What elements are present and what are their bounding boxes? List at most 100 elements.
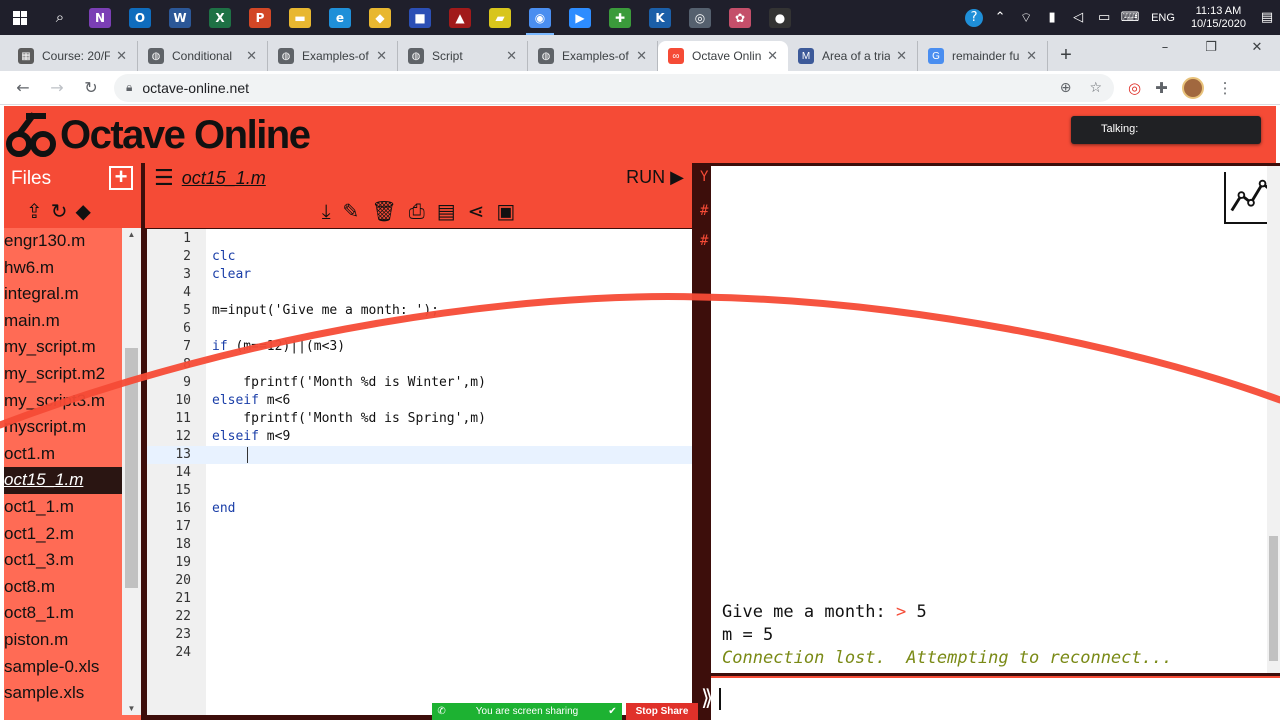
hamburger-menu-icon[interactable]: ☰ (154, 166, 174, 191)
print-icon[interactable]: ⎙ (409, 199, 425, 223)
taskbar-app-app-green[interactable]: ✚ (600, 0, 640, 35)
minimize-icon[interactable]: – (1142, 35, 1188, 63)
browser-tab[interactable]: M Area of a tria ✕ (788, 41, 918, 71)
volume-icon[interactable]: ◁ (1065, 10, 1091, 25)
file-list-item[interactable]: oct1_1.m (4, 494, 122, 521)
code-line[interactable]: 14 (147, 464, 692, 482)
tab-close-icon[interactable]: ✕ (376, 48, 387, 64)
taskbar-app-app-red[interactable]: ▲ (440, 0, 480, 35)
start-button[interactable] (0, 0, 40, 35)
extension-target-icon[interactable]: ◎ (1128, 79, 1141, 97)
tab-close-icon[interactable]: ✕ (116, 48, 127, 64)
code-editor[interactable]: 1 2 clc 3 clear 4 5 m=input('Give me a month: '… (147, 229, 692, 715)
code-line[interactable]: 15 (147, 482, 692, 500)
keyboard-icon[interactable]: ⌨ (1117, 10, 1143, 25)
notifications-icon[interactable]: ▤ (1254, 10, 1280, 25)
rename-pencil-icon[interactable]: ✎ (343, 199, 360, 223)
run-button[interactable]: RUN ▶ (626, 167, 684, 188)
console-scroll-thumb[interactable] (1269, 536, 1278, 661)
help-icon[interactable]: ? (965, 8, 984, 27)
scroll-up-icon[interactable]: ▲ (122, 230, 141, 239)
search-icon[interactable]: ⌕ (40, 9, 80, 26)
language-indicator[interactable]: ENG (1143, 12, 1183, 24)
tab-close-icon[interactable]: ✕ (636, 48, 647, 64)
file-list-item[interactable]: oct8_1.m (4, 600, 122, 627)
share-icon[interactable]: ⋖ (468, 199, 485, 223)
code-line[interactable]: 12 elseif m<9 (147, 428, 692, 446)
chevron-up-icon[interactable]: ⌃ (987, 10, 1013, 25)
code-line[interactable]: 21 (147, 590, 692, 608)
file-list-item[interactable]: integral.m (4, 281, 122, 308)
upload-icon[interactable]: ⇪ (26, 199, 43, 223)
forward-icon[interactable]: → (40, 78, 74, 97)
code-line[interactable]: 8 (147, 356, 692, 374)
chrome-menu-icon[interactable]: ⋮ (1218, 79, 1233, 97)
back-icon[interactable]: ← (6, 78, 40, 97)
file-list-item[interactable]: sample.xls (4, 680, 122, 707)
code-line[interactable]: 6 (147, 320, 692, 338)
file-list-item[interactable]: oct15_1.m (4, 467, 122, 494)
code-line[interactable]: 13 (147, 446, 692, 464)
tab-close-icon[interactable]: ✕ (896, 48, 907, 64)
tab-close-icon[interactable]: ✕ (767, 48, 778, 64)
code-line[interactable]: 24 (147, 644, 692, 662)
profile-avatar[interactable] (1181, 76, 1204, 99)
code-line[interactable]: 20 (147, 572, 692, 590)
file-list-item[interactable]: oct1_2.m (4, 521, 122, 548)
battery-icon[interactable]: ▭ (1091, 10, 1117, 25)
taskbar-app-word[interactable]: W (160, 0, 200, 35)
taskbar-app-sticky[interactable]: ◆ (360, 0, 400, 35)
clock[interactable]: 11:13 AM 10/15/2020 (1183, 5, 1254, 31)
file-list-item[interactable]: my_script3.m (4, 388, 122, 415)
code-line[interactable]: 2 clc (147, 248, 692, 266)
microphone-icon[interactable]: ▮ (1039, 10, 1065, 25)
code-line[interactable]: 5 m=input('Give me a month: '); (147, 302, 692, 320)
browser-tab[interactable]: ◍ Examples-of ✕ (268, 41, 398, 71)
code-line[interactable]: 22 (147, 608, 692, 626)
new-file-icon[interactable]: + (109, 166, 133, 190)
taskbar-app-onenote[interactable]: N (80, 0, 120, 35)
code-line[interactable]: 7 if (m==12)||(m<3) (147, 338, 692, 356)
code-line[interactable]: 10 elseif m<6 (147, 392, 692, 410)
file-list-item[interactable]: oct8.m (4, 574, 122, 601)
taskbar-app-app-k[interactable]: K (640, 0, 680, 35)
browser-tab[interactable]: ◍ Script ✕ (398, 41, 528, 71)
file-list-item[interactable]: hw6.m (4, 255, 122, 282)
code-line[interactable]: 16 end (147, 500, 692, 518)
taskbar-app-edge[interactable]: e (320, 0, 360, 35)
code-line[interactable]: 3 clear (147, 266, 692, 284)
file-list-item[interactable]: main.m (4, 308, 122, 335)
code-line[interactable]: 9 fprintf('Month %d is Winter',m) (147, 374, 692, 392)
taskbar-app-outlook[interactable]: O (120, 0, 160, 35)
taskbar-app-powerpoint[interactable]: P (240, 0, 280, 35)
lock-icon[interactable]: 🔒︎ (126, 80, 132, 95)
close-window-icon[interactable]: ✕ (1234, 35, 1280, 63)
file-list-item[interactable]: engr130.m (4, 228, 122, 255)
extensions-puzzle-icon[interactable]: ✚ (1155, 79, 1168, 97)
files-scroll-thumb[interactable] (125, 348, 138, 588)
taskbar-app-app-blue[interactable]: ■ (400, 0, 440, 35)
taskbar-app-excel[interactable]: X (200, 0, 240, 35)
browser-tab[interactable]: ◍ Examples-of ✕ (528, 41, 658, 71)
code-line[interactable]: 17 (147, 518, 692, 536)
new-tab-button[interactable]: + (1048, 41, 1084, 71)
file-list-item[interactable]: myscript.m (4, 414, 122, 441)
file-list-item[interactable]: my_script.m (4, 334, 122, 361)
code-line[interactable]: 1 (147, 230, 692, 248)
refresh-icon[interactable]: ↻ (51, 199, 68, 223)
code-line[interactable]: 23 (147, 626, 692, 644)
zoom-icon[interactable]: ⊕ (1060, 80, 1072, 96)
taskbar-app-recorder[interactable]: ● (760, 0, 800, 35)
document-icon[interactable]: ▤ (437, 199, 456, 223)
restore-icon[interactable]: ❐ (1188, 35, 1234, 63)
download-icon[interactable]: ⤓ (322, 199, 331, 223)
taskbar-app-app-flower[interactable]: ✿ (720, 0, 760, 35)
network-icon[interactable]: ⌔ (1013, 10, 1039, 26)
browser-tab[interactable]: ▦ Course: 20/F ✕ (8, 41, 138, 71)
code-line[interactable]: 18 (147, 536, 692, 554)
stop-share-button[interactable]: Stop Share (626, 703, 698, 720)
files-scrollbar[interactable]: ▲ ▼ (122, 228, 141, 715)
file-list-item[interactable]: sample-0.xls (4, 654, 122, 681)
scroll-down-icon[interactable]: ▼ (122, 704, 141, 713)
code-line[interactable]: 11 fprintf('Month %d is Spring',m) (147, 410, 692, 428)
